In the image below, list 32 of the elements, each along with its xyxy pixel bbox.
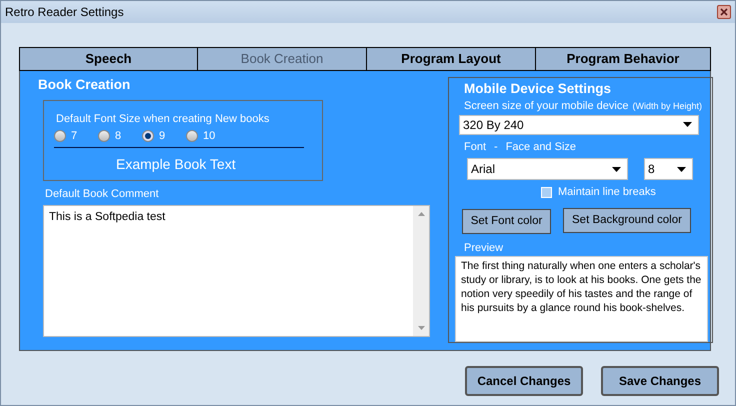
section-heading: Book Creation [38, 77, 132, 93]
color-button[interactable]: Set Font color [462, 208, 551, 234]
dropdown-arrow-icon [683, 122, 692, 128]
font-sub-label: Face and Size [506, 140, 576, 155]
close-button[interactable] [717, 5, 731, 19]
scroll-up-icon [418, 212, 424, 216]
tab[interactable]: Program Behavior [535, 48, 710, 70]
font-size-label: Default Font Size when creating New books [56, 113, 270, 125]
comment-field[interactable]: This is a Softpedia test [43, 204, 430, 336]
screen-size-hint: (Width by Height) [632, 100, 702, 113]
close-icon [720, 8, 728, 16]
example-book-text: Example Book Text [116, 154, 237, 174]
window-title: Retro Reader Settings [5, 4, 124, 21]
dropdown[interactable]: 8 [644, 158, 693, 180]
section-heading: Mobile Device Settings [464, 81, 612, 97]
scroll-down-icon [418, 326, 424, 330]
dropdown[interactable]: 320 By 240 [459, 114, 699, 135]
comment-label: Default Book Comment [45, 187, 160, 202]
preview-text: The first thing naturally when one enters a scholar's study or library, is to look at his books. One gets the notion very speedily of his tastes and the range of his pursuits by a glance round his book-shelves. [461, 259, 702, 316]
scrollbar[interactable] [413, 206, 429, 336]
font-separator: - [494, 140, 498, 155]
dropdown-arrow-icon [612, 166, 621, 172]
dialog-button[interactable]: Save Changes [601, 366, 719, 396]
dialog-button[interactable]: Cancel Changes [465, 366, 583, 396]
dropdown[interactable]: Arial [467, 158, 628, 180]
tab[interactable]: Program Layout [366, 48, 535, 70]
font-label: Font [464, 140, 486, 155]
preview-label: Preview [464, 240, 504, 256]
dropdown-arrow-icon [677, 166, 686, 172]
screen-size-label: Screen size of your mobile device [464, 99, 628, 114]
color-button[interactable]: Set Background color [563, 208, 691, 233]
tab[interactable]: Speech [20, 48, 197, 70]
